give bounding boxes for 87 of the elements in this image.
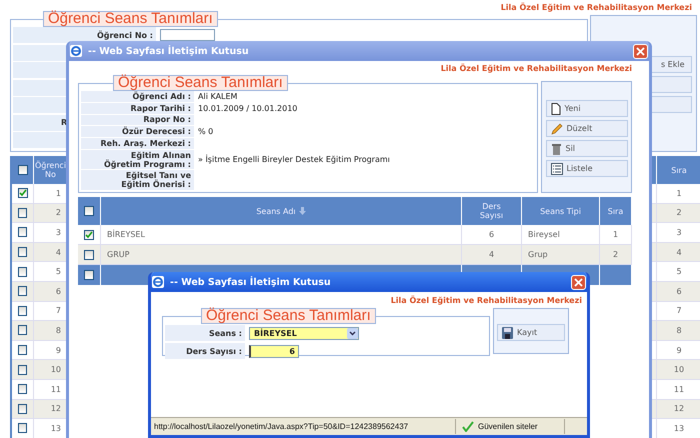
table-cell: Bireysel — [522, 225, 600, 245]
table-cell: 4 — [462, 245, 522, 265]
section-legend: Öğrenci Seans Tanımları — [201, 308, 376, 324]
close-button[interactable] — [571, 274, 586, 290]
organization-name: Lila Özel Eğitim ve Rehabilitasyon Merkezi — [500, 2, 692, 12]
session-dropdown[interactable]: BİREYSEL — [249, 326, 359, 340]
field-value: Ali KALEM — [197, 92, 238, 101]
field-value: » İşitme Engelli Bireyler Destek Eğitim Programı — [197, 155, 391, 164]
column-header[interactable]: Sıra — [600, 197, 632, 225]
checkbox[interactable] — [18, 286, 27, 296]
checkbox[interactable] — [18, 266, 27, 277]
security-zone: Güvenilen siteler — [478, 422, 538, 431]
checkbox[interactable] — [18, 325, 27, 336]
trash-icon — [550, 142, 562, 154]
checkbox[interactable] — [84, 270, 94, 280]
checkbox[interactable] — [18, 364, 27, 375]
table-cell: Grup — [522, 245, 600, 265]
field-label: Öğrenci Adı : — [132, 92, 191, 101]
action-button[interactable]: Sil — [546, 140, 628, 157]
column-header[interactable]: Sıra — [657, 156, 700, 184]
pencil-icon — [550, 122, 562, 134]
checkbox[interactable] — [18, 188, 28, 198]
column-header[interactable]: Seans Tipi — [522, 197, 600, 225]
table-cell: 4 — [657, 242, 700, 262]
action-button[interactable]: Yeni — [546, 100, 628, 117]
lesson-count-field[interactable]: 6 — [249, 344, 299, 358]
save-button[interactable]: Kayıt — [497, 324, 565, 341]
floppy-icon — [502, 326, 513, 338]
field-label: Eğitim Alınan Öğretim Programı : — [104, 150, 191, 169]
checkbox[interactable] — [84, 250, 94, 260]
table-cell: 1 — [600, 225, 632, 245]
checkbox[interactable] — [18, 423, 27, 434]
section-legend: Öğrenci Seans Tanımları — [43, 11, 218, 27]
action-button[interactable]: Listele — [546, 160, 628, 177]
browser-icon — [70, 45, 82, 57]
window-title: -- Web Sayfası İletişim Kutusu — [88, 46, 250, 56]
section-legend: Öğrenci Seans Tanımları — [113, 75, 288, 91]
close-button[interactable] — [633, 44, 648, 58]
field-label: Rapor No : — [143, 115, 191, 124]
table-cell: 6 — [657, 282, 700, 302]
table-cell: 10 — [657, 360, 700, 380]
page-icon — [550, 102, 560, 114]
table-cell: 2 — [600, 245, 632, 265]
checkbox[interactable] — [18, 306, 27, 316]
table-cell: 8 — [657, 321, 700, 341]
checkmark-icon — [462, 421, 474, 432]
browser-icon — [152, 276, 164, 288]
field-label: Ders Sayısı : — [186, 346, 242, 356]
checkbox[interactable] — [18, 227, 27, 238]
table-cell: 8 — [34, 321, 68, 341]
list-icon — [550, 162, 562, 174]
footer-cell — [600, 265, 632, 285]
field-label: Reh. Araş. Merkezi : — [100, 138, 191, 148]
field-label: Seans : — [208, 328, 242, 338]
field-value: % 0 — [197, 127, 214, 136]
field-label: Eğitsel Tanı ve Eğitim Önerisi : — [121, 171, 191, 190]
checkbox[interactable] — [18, 165, 28, 175]
table-cell: 10 — [34, 360, 68, 380]
close-icon — [636, 46, 645, 56]
column-header[interactable]: Ders Sayısı — [462, 197, 522, 225]
window-title: -- Web Sayfası İletişim Kutusu — [170, 276, 332, 288]
checkbox[interactable] — [84, 230, 94, 240]
checkbox[interactable] — [84, 206, 94, 216]
table-cell: GRUP — [101, 245, 462, 265]
field-label: Rapor Tarihi : — [130, 104, 191, 113]
close-icon — [574, 278, 583, 286]
status-url: http://localhost/Lilaozel/yonetim/Java.aspx?Tip=50&ID=1242389562437 — [153, 422, 410, 431]
field-label: R — [61, 118, 68, 128]
organization-name: Lila Özel Eğitim ve Rehabilitasyon Merkezi — [390, 296, 582, 304]
table-cell: 12 — [657, 400, 700, 420]
checkbox[interactable] — [18, 384, 27, 394]
checkbox[interactable] — [18, 404, 27, 414]
checkbox[interactable] — [18, 247, 27, 258]
field-value: 10.01.2009 / 10.01.2010 — [197, 104, 298, 113]
column-header[interactable]: Seans Adı — [101, 197, 462, 225]
organization-name: Lila Özel Eğitim ve Rehabilitasyon Merkezi — [440, 64, 632, 72]
table-cell: 7 — [657, 302, 700, 322]
table-cell: 6 — [462, 225, 522, 245]
checkbox[interactable] — [18, 208, 27, 218]
table-cell: 2 — [657, 204, 700, 224]
checkbox[interactable] — [18, 345, 27, 356]
table-cell: BİREYSEL — [101, 225, 462, 245]
input-field[interactable] — [160, 29, 215, 42]
column-header[interactable]: Öğrenci No — [34, 156, 68, 184]
action-button[interactable]: Düzelt — [546, 120, 628, 137]
field-label: Özür Derecesi : — [122, 127, 191, 136]
field-label: Öğrenci No : — [96, 30, 153, 40]
